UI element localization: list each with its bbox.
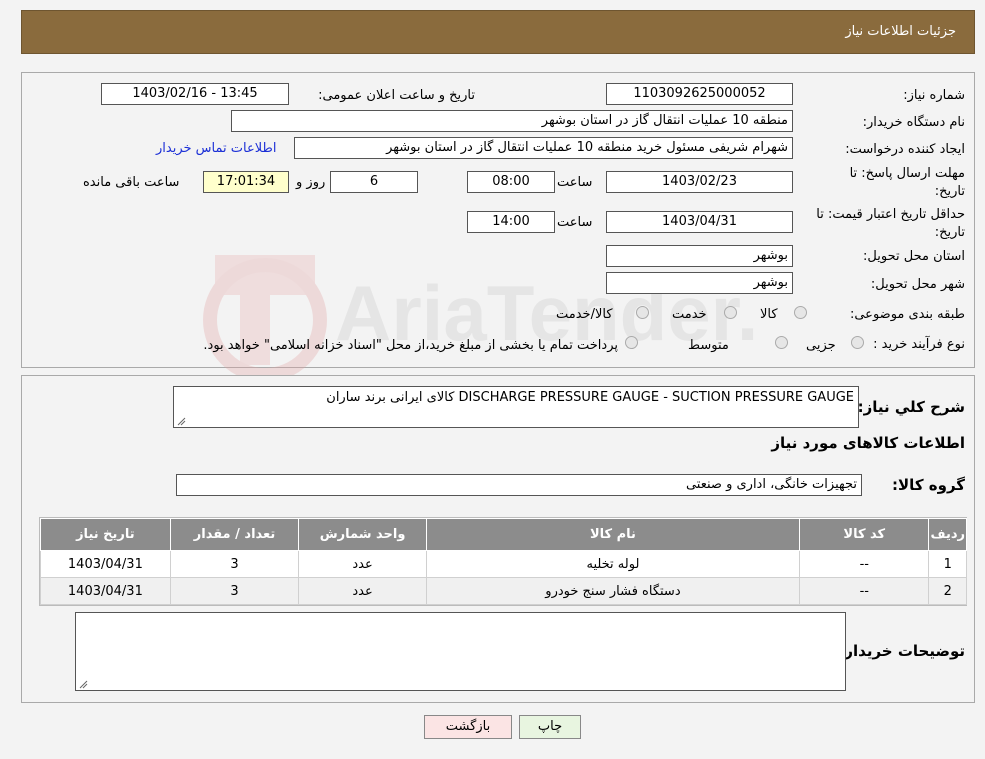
group-label: گروه کالا: [892,476,965,494]
deadline-time-field: 08:00 [467,171,555,193]
col-unit-header: واحد شمارش [298,518,427,551]
table-row: 1 -- لوله تخلیه عدد 3 1403/04/31 [40,550,967,578]
validity-date-field: 1403/04/31 [606,211,793,233]
buyer-org-label: نام دستگاه خریدار: [862,115,965,130]
category-goods-service-label: کالا/خدمت [556,307,613,322]
cell-code: -- [799,577,930,605]
deadline-time-label: ساعت [557,175,593,190]
announce-field: 1403/02/16 - 13:45 [101,83,289,105]
need-number-label: شماره نیاز: [903,88,965,103]
announce-label: تاریخ و ساعت اعلان عمومی: [318,88,475,103]
province-label: استان محل تحویل: [863,249,965,264]
cell-date: 1403/04/31 [40,550,171,578]
validity-label-2: تاریخ: [934,225,965,240]
items-table-wrapper: ردیف کد کالا نام کالا واحد شمارش تعداد /… [39,517,967,606]
cell-name: دستگاه فشار سنج خودرو [425,577,801,605]
days-field: 6 [330,171,418,193]
table-row: 2 -- دستگاه فشار سنج خودرو عدد 3 1403/04… [40,577,967,605]
group-field: تجهیزات خانگی، اداری و صنعتی [176,474,862,496]
category-goods-radio[interactable] [794,306,807,319]
cell-unit: عدد [298,550,427,578]
summary-field: DISCHARGE PRESSURE GAUGE - SUCTION PRESS… [173,386,859,428]
creator-field: شهرام شریفی مسئول خرید منطقه 10 عملیات ا… [294,137,793,159]
col-date-header: تاریخ نیاز [40,518,171,551]
process-medium-label: متوسط [688,338,729,353]
buyer-notes-field[interactable] [75,612,846,691]
cell-row: 2 [928,577,967,605]
cell-row: 1 [928,550,967,578]
cell-qty: 3 [169,550,300,578]
category-service-radio[interactable] [724,306,737,319]
back-button[interactable]: بازگشت [424,715,512,739]
col-qty-header: تعداد / مقدار [169,518,300,551]
deadline-label-2: تاریخ: [934,184,965,199]
col-name-header: نام کالا [425,518,801,551]
category-service-label: خدمت [672,307,707,322]
buyer-contact-link[interactable]: اطلاعات تماس خریدار [156,141,276,156]
category-goods-label: کالا [760,307,778,322]
col-code-header: کد کالا [799,518,930,551]
remaining-time-field: 17:01:34 [203,171,289,193]
print-button[interactable]: چاپ [519,715,581,739]
category-label: طبقه بندی موضوعی: [849,307,965,322]
province-field: بوشهر [606,245,793,267]
days-label: روز و [296,175,326,190]
remaining-label: ساعت باقی مانده [83,175,180,190]
cell-name: لوله تخلیه [425,550,801,578]
validity-label-1: حداقل تاریخ اعتبار قیمت: تا [816,207,965,222]
items-title: اطلاعات کالاهای مورد نیاز [771,434,965,452]
process-minor-radio[interactable] [851,336,864,349]
process-medium-radio[interactable] [775,336,788,349]
deadline-label-1: مهلت ارسال پاسخ: تا [849,166,965,181]
validity-time-field: 14:00 [467,211,555,233]
city-label: شهر محل تحویل: [870,277,965,292]
resize-handle-icon[interactable] [78,679,88,689]
summary-label: شرح كلي نياز: [857,398,965,416]
deadline-date-field: 1403/02/23 [606,171,793,193]
buyer-notes-label: توضیحات خریدار: [838,642,965,660]
summary-text: DISCHARGE PRESSURE GAUGE - SUCTION PRESS… [326,390,854,405]
table-header-row: ردیف کد کالا نام کالا واحد شمارش تعداد /… [40,518,967,551]
items-table: ردیف کد کالا نام کالا واحد شمارش تعداد /… [40,518,967,605]
process-note: پرداخت تمام یا بخشی از مبلغ خرید،از محل … [203,338,618,353]
treasury-checkbox[interactable] [625,336,638,349]
page-header: جزئیات اطلاعات نیاز [21,10,975,54]
cell-code: -- [799,550,930,578]
validity-time-label: ساعت [557,215,593,230]
col-row-header: ردیف [928,518,967,551]
cell-date: 1403/04/31 [40,577,171,605]
process-label: نوع فرآیند خرید : [873,337,965,352]
process-minor-label: جزیی [806,338,836,353]
page-title: جزئیات اطلاعات نیاز [845,24,956,39]
resize-handle-icon[interactable] [176,416,186,426]
buyer-org-field: منطقه 10 عملیات انتقال گاز در استان بوشه… [231,110,793,132]
creator-label: ایجاد کننده درخواست: [845,142,965,157]
need-number-field: 1103092625000052 [606,83,793,105]
category-goods-service-radio[interactable] [636,306,649,319]
cell-qty: 3 [169,577,300,605]
city-field: بوشهر [606,272,793,294]
cell-unit: عدد [298,577,427,605]
